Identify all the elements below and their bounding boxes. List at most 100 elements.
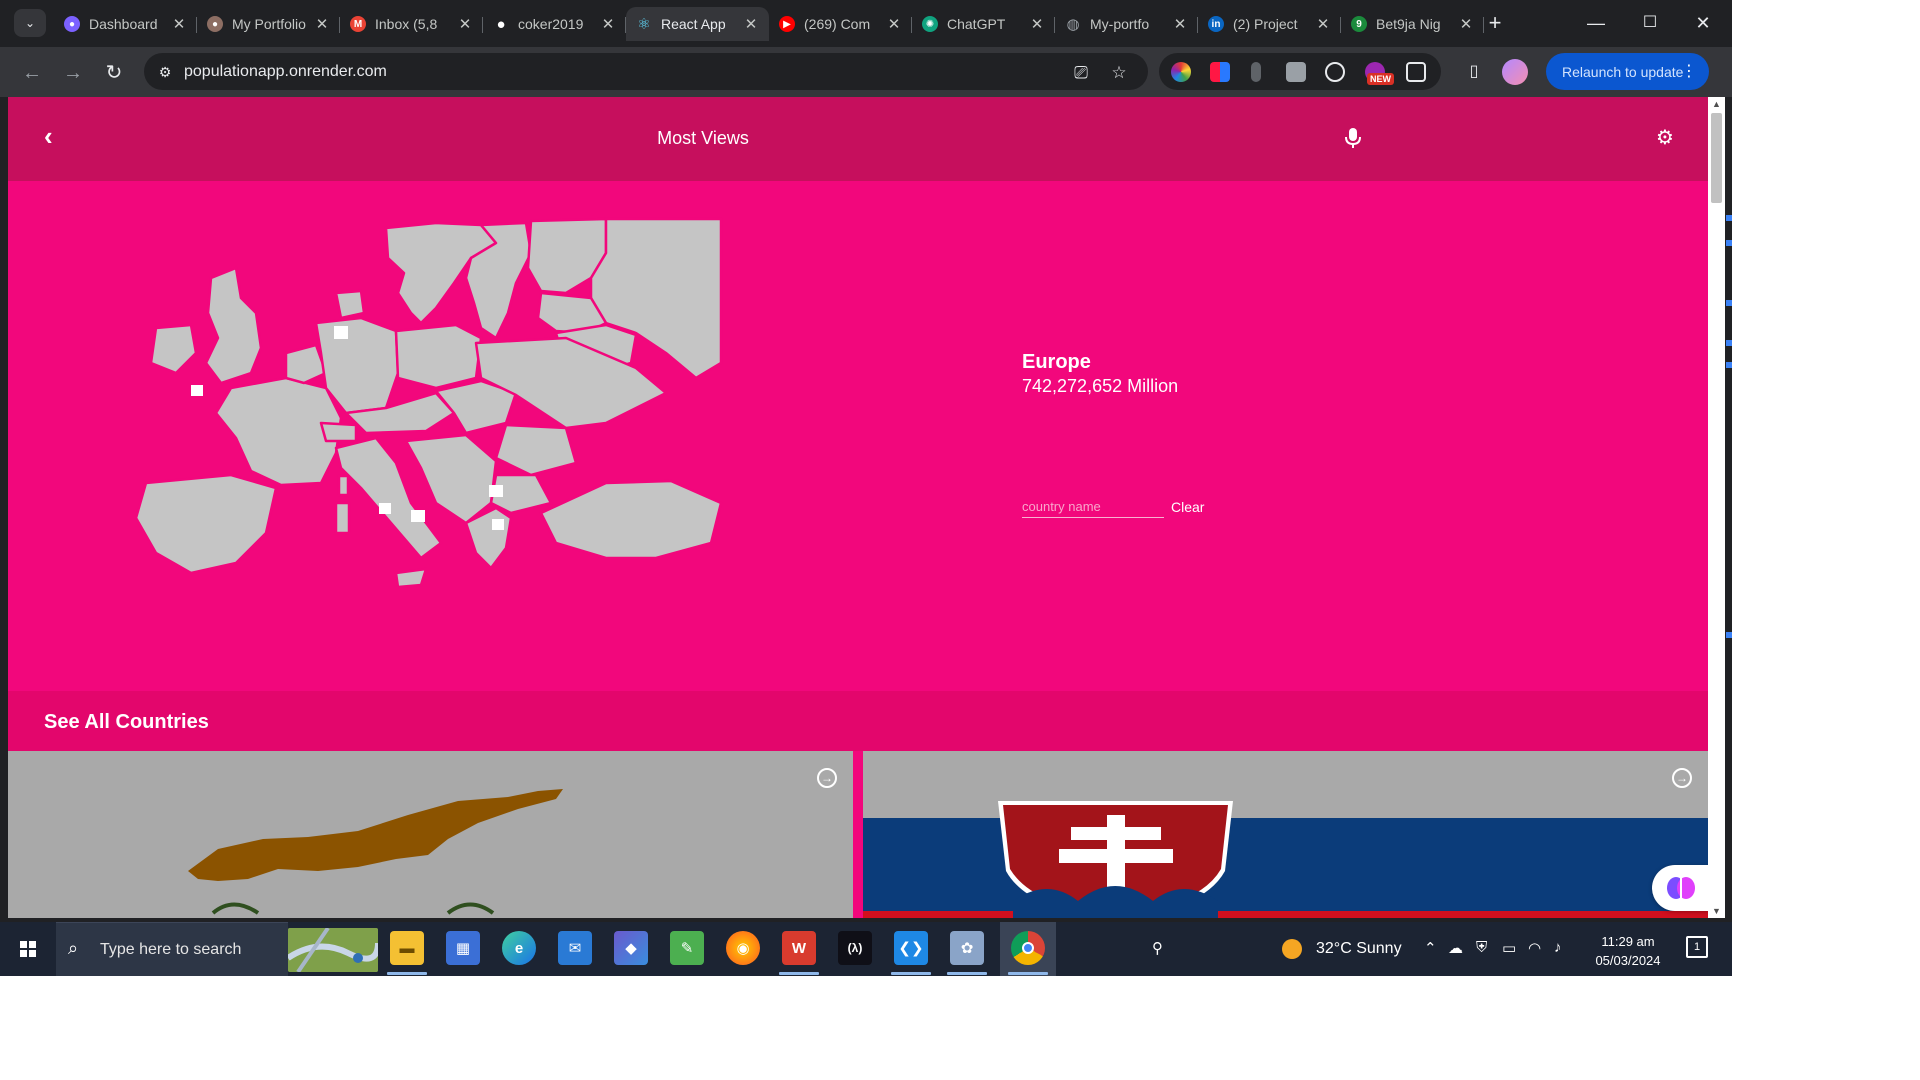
address-bar[interactable]: ⚙ populationapp.onrender.com ⎚ ☆ [144,53,1148,90]
scrollbar-thumb[interactable] [1711,113,1722,203]
map-marker [489,485,503,497]
color-picker-extension-icon[interactable] [1171,62,1191,82]
minimize-button[interactable]: — [1573,10,1619,36]
browser-tab[interactable]: ● coker2019 ✕ [483,7,626,41]
tab-manager-extension-icon[interactable] [1286,62,1306,82]
vscode-icon[interactable]: ❮❯ [894,931,928,965]
see-all-section: See All Countries [8,691,1708,751]
country-cards: → → [8,751,1708,918]
browser-tab[interactable]: ✺ ChatGPT ✕ [912,7,1055,41]
browser-tab[interactable]: ▶ (269) Com ✕ [769,7,912,41]
tab-close-icon[interactable]: ✕ [171,15,187,33]
colorzilla-extension-icon[interactable] [1210,62,1230,82]
browser-tab[interactable]: in (2) Project ✕ [1198,7,1341,41]
browser-tab[interactable]: M Inbox (5,8 ✕ [340,7,483,41]
country-card-slovakia[interactable]: → [863,751,1708,918]
code-editor-icon[interactable]: (λ) [838,931,872,965]
scroll-up-arrow-icon[interactable]: ▲ [1712,99,1721,109]
open-arrow-icon[interactable]: → [1672,768,1692,788]
browser-tab[interactable]: ● Dashboard ✕ [54,7,197,41]
mail-icon[interactable]: ✉ [558,931,592,965]
battery-icon[interactable]: ▭ [1502,939,1516,957]
browser-toolbar: ← → ↻ ⚙ populationapp.onrender.com ⎚ ☆ N… [0,47,1732,97]
side-panel-icon[interactable]: ▯ [1461,59,1487,85]
notification-center-icon[interactable]: 1 [1686,936,1708,958]
map-marker [379,503,391,514]
tab-close-icon[interactable]: ✕ [314,15,330,33]
notification-count: 1 [1693,941,1701,953]
microsoft-store-icon[interactable]: ▦ [446,931,480,965]
relaunch-button[interactable]: Relaunch to update ⋮ [1546,53,1709,90]
tab-close-icon[interactable]: ✕ [457,15,473,33]
security-icon[interactable]: ⛨ [1476,939,1487,956]
tab-search-button[interactable]: ⌄ [14,9,46,37]
country-card-cyprus[interactable]: → [8,751,853,918]
site-info-icon[interactable]: ⚙ [153,60,177,84]
running-indicator [947,972,987,975]
tab-close-icon[interactable]: ✕ [743,15,759,33]
scroll-down-arrow-icon[interactable]: ▼ [1712,906,1721,916]
forward-button[interactable]: → [59,59,87,87]
teams-icon[interactable]: ◆ [614,931,648,965]
maximize-button[interactable]: ☐ [1627,10,1673,36]
tab-title: Inbox (5,8 [375,16,438,32]
browser-tab[interactable]: 9 Bet9ja Nig ✕ [1341,7,1484,41]
sticky-app-icon[interactable]: ✎ [670,931,704,965]
tab-title: ChatGPT [947,16,1006,32]
dropper-extension-icon[interactable] [1251,62,1261,82]
wps-office-icon[interactable]: W [782,931,816,965]
map-marker [492,519,504,530]
globe-icon: ◍ [1066,16,1080,33]
browser-tab[interactable]: ● My Portfolio ✕ [197,7,340,41]
map-region-romania [494,423,578,477]
profile-avatar[interactable] [1502,59,1528,85]
page-scrollbar[interactable]: ▲ ▼ [1708,97,1725,918]
tab-close-icon[interactable]: ✕ [1172,15,1188,33]
tab-close-icon[interactable]: ✕ [1458,15,1474,33]
tab-close-icon[interactable]: ✕ [1315,15,1331,33]
tab-close-icon[interactable]: ✕ [886,15,902,33]
bookmark-star-icon[interactable]: ☆ [1108,62,1130,84]
chrome-icon[interactable] [1011,931,1045,965]
taskbar-clock[interactable]: 11:29 am 05/03/2024 [1588,932,1668,970]
europe-map[interactable] [136,213,736,653]
people-icon[interactable]: ⚲ [1152,939,1163,957]
firefox-icon[interactable]: ◉ [726,931,760,965]
tab-title: Bet9ja Nig [1376,16,1441,32]
github-icon: ● [496,15,506,33]
file-explorer-icon[interactable]: ▬ [390,931,424,965]
windows-start-icon[interactable] [8,934,48,964]
clear-button[interactable]: Clear [1171,499,1204,515]
country-search-input[interactable] [1022,496,1164,518]
reload-button[interactable]: ↻ [100,59,128,87]
edge-browser-icon[interactable]: e [502,931,536,965]
clock-time: 11:29 am [1601,934,1655,949]
tab-close-icon[interactable]: ✕ [1029,15,1045,33]
more-menu-icon[interactable]: ⋮ [1681,61,1697,81]
continent-info: Europe 742,272,652 Million [1022,351,1178,397]
onedrive-cloud-icon[interactable]: ☁ [1448,939,1463,957]
back-button[interactable]: ← [18,59,46,87]
weather-widget[interactable]: 32°C Sunny [1282,939,1402,959]
install-app-icon[interactable]: ⎚ [1070,62,1092,84]
url-text[interactable]: populationapp.onrender.com [184,63,387,81]
open-arrow-icon[interactable]: → [817,768,837,788]
extensions-puzzle-icon[interactable] [1406,62,1426,82]
taskbar-search[interactable]: ⌕ Type here to search [56,922,288,976]
browser-tab[interactable]: ⚛ React App ✕ [626,7,769,41]
tab-close-icon[interactable]: ✕ [600,15,616,33]
volume-icon[interactable]: ♪ [1554,939,1562,956]
chatgpt-icon: ✺ [922,16,938,32]
show-hidden-icons-chevron-icon[interactable]: ⌃ [1424,939,1437,957]
paint-app-icon[interactable]: ✿ [950,931,984,965]
window-close-button[interactable]: ✕ [1680,10,1726,36]
browser-tab[interactable]: ◍ My-portfo ✕ [1055,7,1198,41]
microphone-icon[interactable] [1343,127,1363,149]
tab-title: (2) Project [1233,16,1298,32]
search-highlight-image[interactable] [288,928,378,972]
new-tab-button[interactable]: + [1482,10,1508,36]
settings-gear-icon[interactable]: ⚙ [1654,127,1676,149]
wifi-icon[interactable]: ◠ [1528,939,1541,957]
grammarly-extension-icon[interactable] [1325,62,1345,82]
assistant-brain-button[interactable] [1652,865,1708,911]
